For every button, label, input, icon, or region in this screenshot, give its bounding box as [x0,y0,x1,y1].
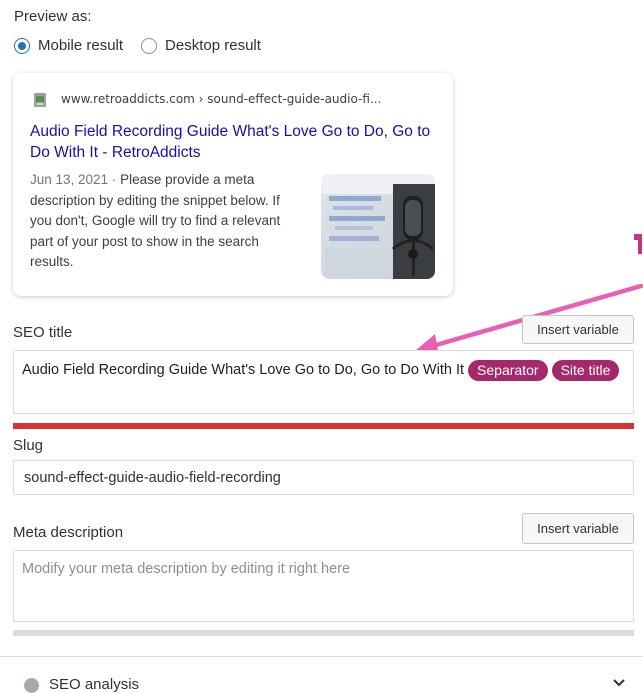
seo-title-text: Audio Field Recording Guide What's Love … [22,362,465,378]
meta-description-length-progress [13,630,634,636]
meta-description-label: Meta description [13,524,124,541]
slug-label: Slug [13,437,44,454]
snippet-title[interactable]: Audio Field Recording Guide What's Love … [30,121,445,163]
seo-analysis-label: SEO analysis [49,676,140,693]
mobile-result-radio[interactable]: Mobile result [14,37,123,54]
preview-mode-group: Mobile result Desktop result [14,37,279,54]
preview-label: Preview as: [14,8,92,25]
mobile-result-label: Mobile result [38,37,124,54]
seo-title-editor: Audio Field Recording Guide What's Love … [22,357,625,383]
site-favicon-icon [34,93,46,107]
seo-title-length-progress [13,423,634,429]
seo-title-input[interactable]: Audio Field Recording Guide What's Love … [13,350,634,414]
seo-title-label: SEO title [13,324,73,341]
meta-description-insert-variable-button[interactable]: Insert variable [522,513,634,544]
chevron-down-icon[interactable] [612,678,626,688]
meta-description-input[interactable]: Modify your meta description by editing … [13,550,634,622]
radio-unchecked-icon [141,37,158,54]
snippet-url: www.retroaddicts.com › sound-effect-guid… [61,92,382,106]
seo-title-length-fill [13,423,634,429]
seo-title-insert-variable-button[interactable]: Insert variable [522,315,634,344]
desktop-result-label: Desktop result [165,37,261,54]
snippet-description-block: Jun 13, 2021 · Please provide a meta des… [30,170,300,273]
snippet-date: Jun 13, 2021 [30,172,109,187]
google-preview-card: www.retroaddicts.com › sound-effect-guid… [13,73,453,296]
snippet-date-separator: · [108,172,121,187]
desktop-result-radio[interactable]: Desktop result [141,37,261,54]
site-title-variable-pill[interactable]: Site title [551,359,620,381]
radio-checked-icon [14,37,30,54]
separator-variable-pill[interactable]: Separator [468,359,548,381]
slug-input[interactable]: sound-effect-guide-audio-field-recording [13,460,634,495]
